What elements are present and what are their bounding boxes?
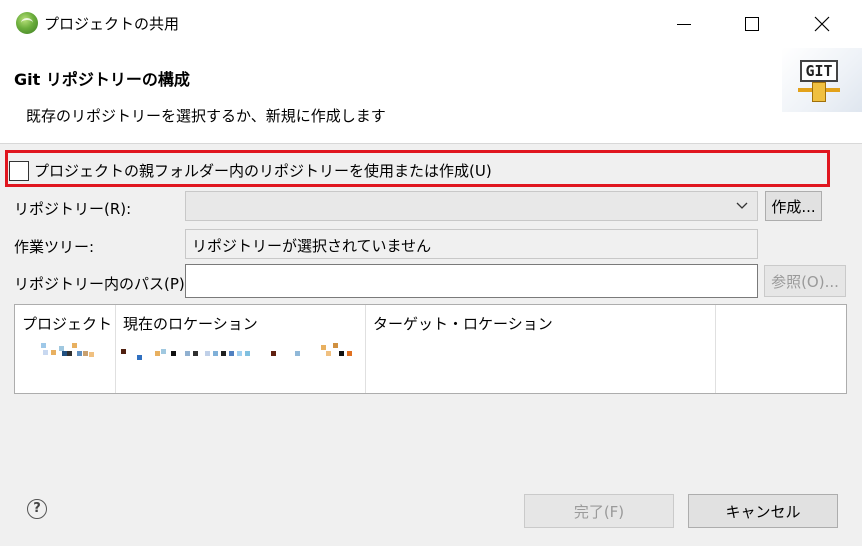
column-header: 現在のロケーション <box>123 315 258 333</box>
chevron-down-icon <box>736 202 748 209</box>
current-location-redacted <box>121 343 356 363</box>
page-title: Git リポジトリーの構成 <box>14 70 190 89</box>
column-project: プロジェクト <box>15 305 116 393</box>
repository-label: リポジトリー(R): <box>14 200 132 218</box>
projects-table[interactable]: プロジェクト 現在のロケーション ターゲット・ロケーション <box>14 304 847 394</box>
git-logo-icon: GIT <box>798 60 840 106</box>
minimize-button[interactable] <box>654 0 714 48</box>
close-icon <box>814 16 830 32</box>
minimize-icon <box>677 23 691 25</box>
column-header: プロジェクト <box>22 315 113 333</box>
path-input[interactable] <box>185 264 758 298</box>
use-parent-folder-option[interactable]: プロジェクトの親フォルダー内のリポジトリーを使用または作成(U) <box>9 160 492 181</box>
column-current-location: 現在のロケーション <box>116 305 366 393</box>
repository-select[interactable] <box>185 191 758 221</box>
cancel-button[interactable]: キャンセル <box>688 494 838 528</box>
maximize-button[interactable] <box>722 0 782 48</box>
create-repository-button[interactable]: 作成... <box>765 191 822 221</box>
use-parent-folder-checkbox[interactable] <box>9 160 29 181</box>
page-description: 既存のリポジトリーを選択するか、新規に作成します <box>26 107 386 125</box>
use-parent-folder-label: プロジェクトの親フォルダー内のリポジトリーを使用または作成(U) <box>34 162 492 180</box>
column-header: ターゲット・ロケーション <box>373 315 553 333</box>
title-bar: プロジェクトの共用 <box>0 0 862 48</box>
worktree-field: リポジトリーが選択されていません <box>185 229 758 259</box>
browse-button[interactable]: 参照(O)... <box>764 265 846 297</box>
column-target-location: ターゲット・ロケーション <box>366 305 716 393</box>
worktree-label: 作業ツリー: <box>14 238 95 256</box>
eclipse-app-icon <box>16 12 38 34</box>
maximize-icon <box>745 17 759 31</box>
finish-button[interactable]: 完了(F) <box>524 494 674 528</box>
path-label: リポジトリー内のパス(P): <box>14 275 190 293</box>
window-title: プロジェクトの共用 <box>44 15 180 33</box>
project-name-redacted <box>41 343 101 363</box>
wizard-header: Git リポジトリーの構成 既存のリポジトリーを選択するか、新規に作成します G… <box>0 48 862 144</box>
close-button[interactable] <box>792 0 852 48</box>
help-icon[interactable]: ? <box>27 499 47 519</box>
